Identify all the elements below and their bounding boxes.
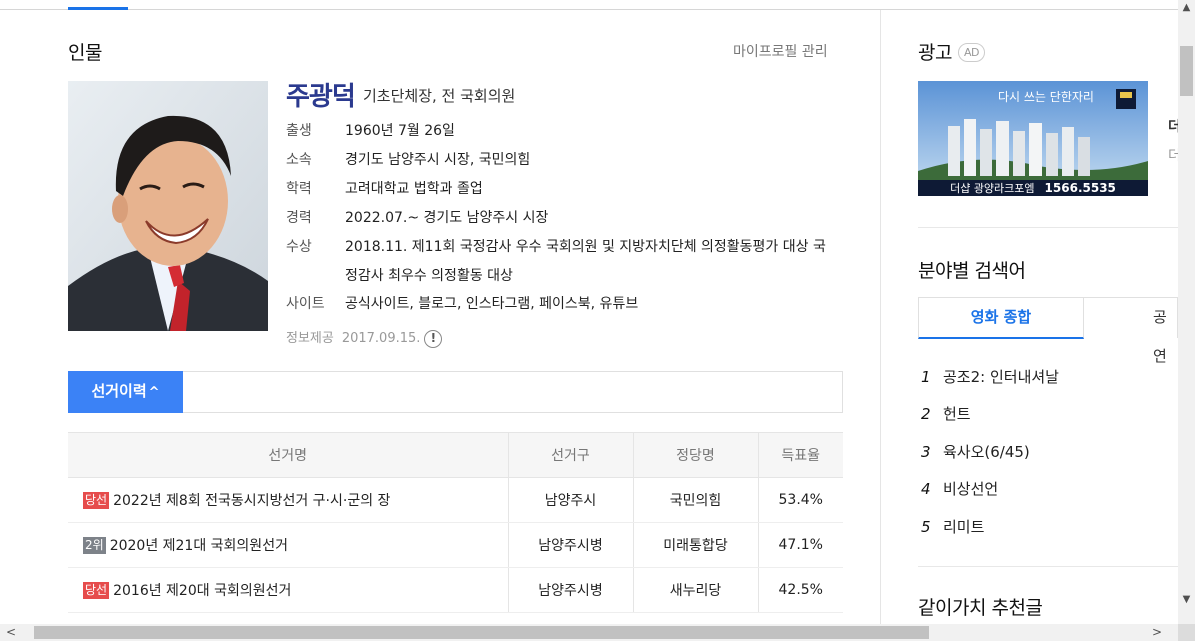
- rank-number: 5: [921, 518, 931, 536]
- election-tabbar: 선거이력 ^: [68, 371, 843, 413]
- district-cell: 남양주시병: [507, 567, 633, 613]
- district-cell: 남양주시병: [507, 522, 633, 568]
- result-badge: 당선: [83, 492, 110, 509]
- table-row: 2위 2020년 제21대 국회의원선거 남양주시병 미래통합당 47.1%: [68, 522, 843, 568]
- info-value: 2022.07.~ 경기도 남양주시 시장: [345, 210, 549, 226]
- info-value: 1960년 7월 26일: [345, 123, 455, 139]
- person-portrait-image: [68, 81, 268, 331]
- info-label: 사이트: [286, 296, 325, 312]
- scroll-up-arrow-icon[interactable]: ▲: [1181, 2, 1192, 13]
- source-date: 2017.09.15.: [341, 331, 421, 346]
- person-name[interactable]: 주광덕: [286, 76, 356, 113]
- section-title: 인물: [68, 42, 102, 64]
- person-description: 기초단체장, 전 국회의원: [363, 87, 516, 105]
- my-profile-link[interactable]: 마이프로필 관리: [733, 41, 828, 61]
- scroll-down-arrow-icon[interactable]: ▼: [1181, 594, 1192, 605]
- tab-label: 선거이력: [91, 382, 147, 400]
- party-cell[interactable]: 미래통합당: [632, 522, 758, 568]
- vertical-scroll-thumb[interactable]: [1180, 46, 1193, 96]
- active-tab-indicator: [68, 7, 128, 10]
- top-tab-underline: [0, 7, 1195, 10]
- scrollbar-corner: [1178, 624, 1195, 641]
- ad-headline: 다시 쓰는 단한자리: [998, 90, 1094, 104]
- tab-movie-overall[interactable]: 영화 종합: [918, 297, 1084, 339]
- sidebar-divider: [918, 227, 1178, 228]
- rank-number: 4: [921, 480, 931, 498]
- ad-contact-bar: 더샵 광양라크포엠 1566.5535: [918, 180, 1148, 196]
- column-divider: [880, 10, 881, 625]
- tab-election-history[interactable]: 선거이력 ^: [68, 371, 183, 413]
- col-header-district: 선거구: [507, 432, 633, 478]
- rank-label: 헌트: [943, 405, 971, 423]
- rank-number: 1: [921, 368, 931, 386]
- election-name[interactable]: 2020년 제21대 국회의원선거: [110, 538, 288, 554]
- sidebar-divider: [918, 566, 1178, 567]
- result-badge: 2위: [83, 537, 106, 554]
- info-source: 정보제공 2017.09.15.!: [286, 327, 443, 348]
- ad-badge[interactable]: AD: [957, 43, 985, 62]
- info-label: 출생: [286, 123, 312, 139]
- rate-cell: 42.5%: [757, 567, 843, 613]
- tab-performance[interactable]: 공연: [1153, 298, 1177, 376]
- info-label: 수상: [286, 239, 312, 255]
- col-header-election: 선거명: [68, 432, 508, 478]
- rank-label: 리미트: [943, 518, 985, 536]
- district-cell: 남양주시: [507, 477, 633, 523]
- apartment-ad-image: 다시 쓰는 단한자리: [918, 81, 1148, 196]
- table-row: 당선 2016년 제20대 국회의원선거 남양주시병 새누리당 42.5%: [68, 567, 843, 613]
- rank-number: 3: [921, 443, 931, 461]
- site-links[interactable]: 공식사이트, 블로그, 인스타그램, 페이스북, 유튜브: [345, 290, 845, 319]
- ad-banner[interactable]: 다시 쓰는 단한자리 더샵 광양라크포엠 1566.5535: [918, 81, 1148, 196]
- info-exclamation-icon[interactable]: !: [424, 329, 443, 348]
- election-cell: 2위 2020년 제21대 국회의원선거: [68, 522, 508, 568]
- profile-photo[interactable]: [68, 81, 268, 331]
- col-header-party: 정당명: [632, 432, 758, 478]
- ad-brand: 더샵 광양라크포엠: [950, 182, 1035, 195]
- ranking-item[interactable]: 5 리미트: [921, 516, 984, 537]
- ad-section-title: 광고 AD: [918, 38, 985, 65]
- scroll-left-arrow-icon[interactable]: <: [6, 625, 16, 639]
- election-cell: 당선 2022년 제8회 전국동시지방선거 구·시·군의 장: [68, 477, 508, 523]
- info-value-link[interactable]: 경기도 남양주시 시장, 국민의힘: [345, 146, 845, 175]
- horizontal-scroll-thumb[interactable]: [34, 626, 929, 639]
- party-cell[interactable]: 새누리당: [632, 567, 758, 613]
- horizontal-scrollbar[interactable]: < >: [0, 624, 1178, 641]
- info-label: 학력: [286, 181, 312, 197]
- ad-phone-number: 1566.5535: [1044, 181, 1116, 195]
- election-cell: 당선 2016년 제20대 국회의원선거: [68, 567, 508, 613]
- election-table: 선거명 선거구 정당명 득표율 당선 2022년 제8회 전국동시지방선거 구·시…: [68, 432, 843, 613]
- table-row: 당선 2022년 제8회 전국동시지방선거 구·시·군의 장 남양주시 국민의힘 …: [68, 477, 843, 523]
- info-label: 경력: [286, 210, 312, 226]
- vertical-scrollbar[interactable]: ▲ ▼: [1178, 0, 1195, 641]
- party-cell[interactable]: 국민의힘: [632, 477, 758, 523]
- source-label: 정보제공: [286, 331, 334, 346]
- category-tabs: 영화 종합 공연: [918, 297, 1178, 365]
- ranking-item[interactable]: 3 육사오(6/45): [921, 441, 1030, 462]
- rate-cell: 53.4%: [757, 477, 843, 523]
- info-label: 소속: [286, 152, 312, 168]
- ad-title: 광고: [918, 42, 952, 64]
- rank-number: 2: [921, 405, 931, 423]
- category-search-title: 분야별 검색어: [918, 260, 1026, 282]
- ranking-item[interactable]: 4 비상선언: [921, 478, 998, 499]
- election-name[interactable]: 2022년 제8회 전국동시지방선거 구·시·군의 장: [113, 493, 390, 509]
- rate-cell: 47.1%: [757, 522, 843, 568]
- rank-label: 비상선언: [943, 480, 999, 498]
- result-badge: 당선: [83, 582, 110, 599]
- info-value: 2018.11. 제11회 국정감사 우수 국회의원 및 지방자치단체 의정활동…: [345, 239, 826, 284]
- ranking-item[interactable]: 2 헌트: [921, 403, 971, 424]
- chevron-up-icon: ^: [148, 385, 160, 400]
- rank-label: 공조2: 인터내셔날: [943, 368, 1059, 386]
- ranking-item[interactable]: 1 공조2: 인터내셔날: [921, 366, 1059, 387]
- recommend-title: 같이가치 추천글: [918, 597, 1043, 619]
- scroll-right-arrow-icon[interactable]: >: [1152, 625, 1162, 639]
- election-name[interactable]: 2016년 제20대 국회의원선거: [113, 583, 291, 599]
- rank-label: 육사오(6/45): [943, 443, 1030, 461]
- info-value-link[interactable]: 고려대학교 법학과 졸업: [345, 175, 845, 204]
- col-header-rate: 득표율: [757, 432, 843, 478]
